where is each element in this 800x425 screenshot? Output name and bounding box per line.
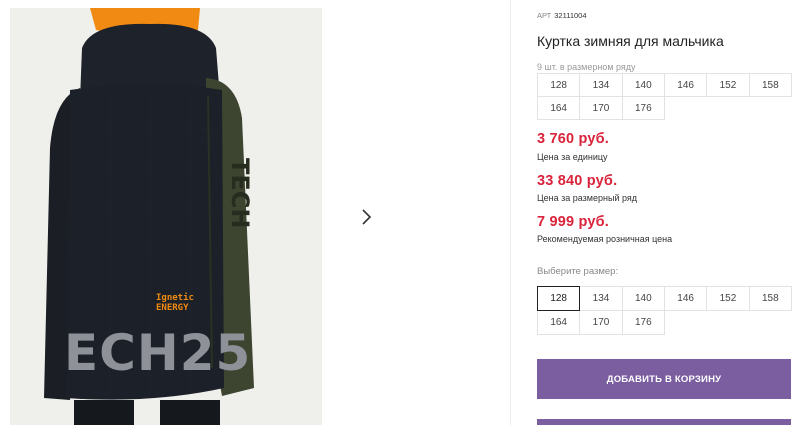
- pack-size-cell: 152: [706, 73, 750, 97]
- product-photo[interactable]: TECH Ignetic ENERGY ECH25: [10, 8, 322, 425]
- print-big: ECH25: [64, 324, 251, 382]
- add-to-cart-button[interactable]: ДОБАВИТЬ В КОРЗИНУ: [537, 359, 791, 399]
- pack-price-label: Цена за размерный ряд: [537, 193, 638, 203]
- pack-note: 9 шт. в размерном ряду: [537, 62, 636, 72]
- size-option[interactable]: 140: [621, 286, 665, 311]
- size-picker-label: Выберите размер:: [537, 266, 619, 277]
- size-option-selected[interactable]: 128: [537, 286, 581, 311]
- size-option[interactable]: 164: [537, 310, 581, 335]
- size-option[interactable]: 134: [579, 286, 623, 311]
- article-label: АРТ: [537, 11, 552, 20]
- pack-size-cell: 170: [579, 96, 623, 120]
- pack-price: 33 840 руб.: [537, 173, 618, 189]
- article-value: 32111004: [554, 11, 587, 20]
- size-option[interactable]: 170: [579, 310, 623, 335]
- pack-size-cell: 146: [663, 73, 708, 97]
- print-line1: Ignetic: [156, 292, 194, 303]
- product-page: TECH Ignetic ENERGY ECH25 АРТ 32111004 Ку…: [0, 0, 800, 425]
- pack-size-cell: 164: [537, 96, 581, 120]
- retail-price-label: Рекомендуемая розничная цена: [537, 234, 673, 244]
- chevron-right-icon: [362, 209, 372, 225]
- secondary-button[interactable]: [537, 419, 791, 425]
- product-title: Куртка зимняя для мальчика: [537, 33, 724, 49]
- jacket-image: TECH Ignetic ENERGY ECH25: [10, 8, 322, 425]
- print-line2: ENERGY: [156, 303, 189, 313]
- pack-size-cell: 140: [621, 73, 665, 97]
- pack-size-cell: 134: [579, 73, 623, 97]
- pack-size-cell: 128: [537, 73, 581, 97]
- unit-price-label: Цена за единицу: [537, 152, 608, 162]
- size-picker-grid: 128 134 140 146 152 158 164 170 176: [537, 286, 792, 335]
- size-option[interactable]: 146: [663, 286, 708, 311]
- unit-price: 3 760 руб.: [537, 131, 610, 147]
- column-divider: [510, 0, 511, 425]
- svg-text:TECH: TECH: [226, 158, 254, 228]
- size-option[interactable]: 176: [621, 310, 665, 335]
- article-number: АРТ 32111004: [537, 11, 587, 20]
- gallery-next-button[interactable]: [347, 198, 385, 236]
- pack-size-cell: 176: [621, 96, 665, 120]
- pack-size-grid: 128 134 140 146 152 158 164 170 176: [537, 73, 792, 120]
- size-option[interactable]: 152: [706, 286, 750, 311]
- retail-price: 7 999 руб.: [537, 214, 610, 230]
- size-option[interactable]: 158: [748, 286, 792, 311]
- pack-size-cell: 158: [748, 73, 792, 97]
